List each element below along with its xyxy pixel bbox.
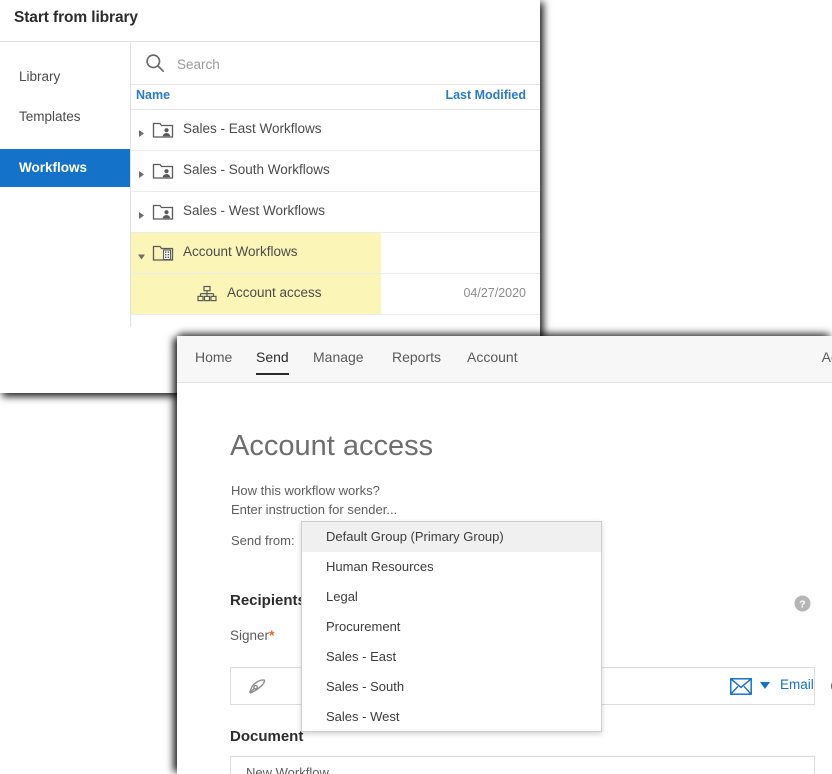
library-titlebar: Start from library [0,0,540,42]
signer-label: Signer* [230,627,274,643]
table-row[interactable]: Sales - West Workflows [131,192,540,233]
required-asterisk: * [269,627,275,643]
folder-building-icon [152,243,174,263]
sidebar-item-label: Workflows [19,160,88,175]
row-label: Sales - East Workflows [183,121,322,136]
row-label: Sales - West Workflows [183,203,326,218]
help-icon[interactable]: ? [794,595,811,612]
library-window: Start from library Library Templates Wor… [0,0,540,393]
workflow-tree: Sales - East Workflows Sales - South Wor… [131,110,540,315]
library-main-panel: Name Last Modified S [131,42,540,327]
screenshot-root: Start from library Library Templates Wor… [0,0,832,774]
library-sidebar: Library Templates Workflows [0,42,131,327]
table-row[interactable]: Sales - South Workflows [131,151,540,192]
row-date: 04/27/2020 [463,286,526,300]
dropdown-option-sales-east[interactable]: Sales - East [302,642,601,672]
workflow-hierarchy-icon [197,285,217,303]
folder-user-icon [152,120,174,140]
pen-icon [246,677,268,697]
recipients-heading: Recipients [230,592,306,609]
document-name: New Workflow [246,765,329,774]
folder-user-icon [152,202,174,222]
send-from-dropdown-menu[interactable]: Default Group (Primary Group) Human Reso… [301,521,602,732]
workflow-howto-instruction: Enter instruction for sender... [231,502,398,517]
sidebar-item-library[interactable]: Library [0,58,130,96]
search-input[interactable] [175,42,529,86]
column-header-last-modified[interactable]: Last Modified [445,88,526,102]
sidebar-item-workflows[interactable]: Workflows [0,149,130,187]
sidebar-item-label: Library [19,69,61,84]
page-title: Account access [230,430,434,462]
dropdown-option-human-resources[interactable]: Human Resources [302,552,601,582]
workflow-howto-question: How this workflow works? [231,483,380,498]
table-row[interactable]: Account access 04/27/2020 [131,274,540,315]
nav-item-send[interactable]: Send [256,349,289,375]
row-label: Account Workflows [183,244,298,259]
dropdown-option-sales-south[interactable]: Sales - South [302,672,601,702]
sidebar-item-label: Templates [19,109,81,124]
nav-item-manage[interactable]: Manage [313,349,364,365]
chevron-right-icon[interactable] [137,166,146,178]
document-row[interactable]: New Workflow [230,756,815,774]
dropdown-option-sales-west[interactable]: Sales - West [302,702,601,732]
delivery-method-label[interactable]: Email [780,677,814,692]
chevron-right-icon[interactable] [137,207,146,219]
sidebar-item-templates[interactable]: Templates [0,98,130,136]
row-label: Sales - South Workflows [183,162,330,177]
chevron-down-icon[interactable] [760,682,770,689]
svg-text:?: ? [799,598,805,610]
library-search-bar [131,42,540,86]
row-label: Account access [227,285,322,300]
column-header-name[interactable]: Name [136,88,170,102]
dropdown-option-default-group[interactable]: Default Group (Primary Group) [302,522,601,552]
send-from-label: Send from: [231,533,295,548]
nav-item-reports[interactable]: Reports [392,349,441,365]
document-heading: Document [230,728,304,745]
nav-item-account[interactable]: Account [467,349,518,365]
chevron-right-icon[interactable] [137,125,146,137]
top-nav-bar: Home Send Manage Reports Account Ac [177,336,832,383]
nav-item-home[interactable]: Home [195,349,232,365]
chevron-down-icon[interactable] [137,248,146,260]
folder-user-icon [152,161,174,181]
library-column-header: Name Last Modified [131,85,540,110]
table-row[interactable]: Account Workflows [131,233,540,274]
table-row[interactable]: Sales - East Workflows [131,110,540,151]
dropdown-option-procurement[interactable]: Procurement [302,612,601,642]
nav-item-account-right[interactable]: Ac [822,349,832,365]
search-icon [145,53,165,73]
signer-label-text: Signer [230,628,270,643]
envelope-icon[interactable] [730,678,752,695]
dropdown-option-legal[interactable]: Legal [302,582,601,612]
library-title: Start from library [14,9,138,26]
